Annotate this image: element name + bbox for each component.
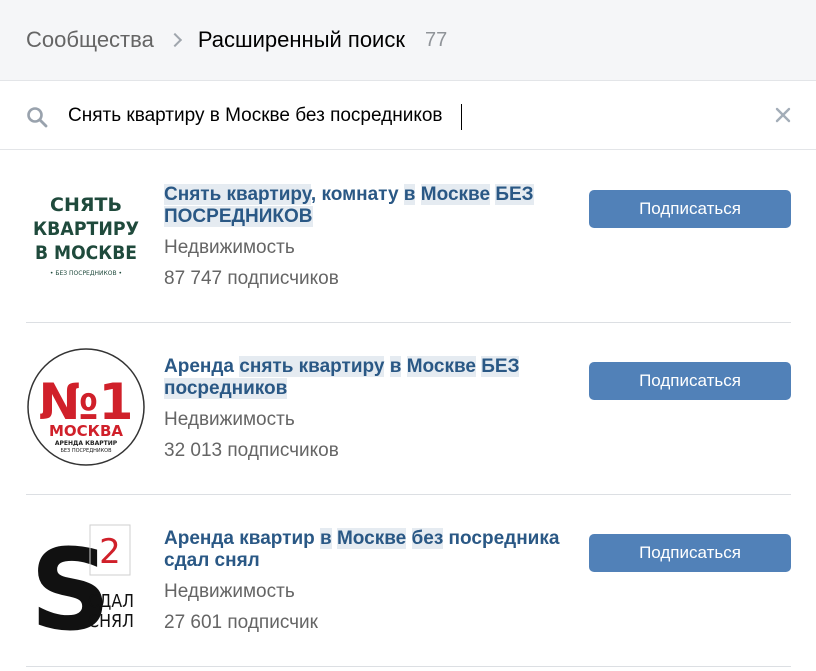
- breadcrumb: Сообщества Расширенный поиск 77: [0, 0, 816, 81]
- logo-line-3: В МОСКВЕ: [35, 242, 137, 264]
- title-highlight: Москве: [420, 184, 491, 205]
- subscribe-button[interactable]: Подписаться: [589, 534, 791, 572]
- subscriber-count: 87 747 подписчиков: [164, 268, 339, 289]
- list-item: СНЯТЬ КВАРТИРУ В МОСКВЕ • БЕЗ ПОСРЕДНИКО…: [26, 151, 791, 323]
- group-title-link[interactable]: Аренда квартир в Москве без посредника с…: [164, 528, 564, 572]
- title-highlight: без: [411, 528, 444, 549]
- logo-city: МОСКВА: [49, 422, 123, 440]
- breadcrumb-communities-link[interactable]: Сообщества: [26, 27, 154, 53]
- logo-tagline: • БЕЗ ПОСРЕДНИКОВ •: [50, 270, 122, 277]
- logo-line-2: КВАРТИРУ: [33, 218, 139, 240]
- logo-word-1: СДАЛ: [88, 591, 134, 612]
- title-highlight: в: [403, 184, 416, 205]
- title-highlight: снять квартиру: [239, 356, 385, 377]
- logo-line-1: СНЯТЬ: [50, 194, 122, 216]
- group-avatar[interactable]: S 2 СДАЛ СНЯЛ: [26, 519, 146, 639]
- title-highlight: в: [320, 528, 332, 549]
- chevron-right-icon: [167, 32, 182, 48]
- title-highlight: Снять квартиру: [164, 184, 311, 205]
- subscribe-button[interactable]: Подписаться: [589, 362, 791, 400]
- search-input[interactable]: [68, 100, 748, 132]
- page-title: Расширенный поиск: [197, 27, 405, 52]
- title-text: [415, 184, 420, 205]
- subscribe-button[interactable]: Подписаться: [589, 190, 791, 228]
- title-text: Аренда: [164, 356, 240, 377]
- group-category: Недвижимость: [164, 237, 295, 258]
- list-item: S 2 СДАЛ СНЯЛ Аренда квартир в Москве бе…: [26, 495, 791, 667]
- group-title-link[interactable]: Аренда снять квартиру в Москве БЕЗ посре…: [164, 356, 564, 400]
- subscriber-count: 27 601 подписчик: [164, 612, 318, 633]
- close-icon[interactable]: [773, 105, 793, 125]
- title-highlight: Москве: [336, 528, 407, 549]
- group-avatar[interactable]: №1 МОСКВА АРЕНДА КВАРТИР БЕЗ ПОСРЕДНИКОВ: [26, 347, 146, 467]
- title-highlight: в: [389, 356, 402, 377]
- title-text: Аренда квартир: [164, 528, 321, 549]
- text-cursor: [461, 104, 462, 130]
- group-title-link[interactable]: Снять квартиру, комнату в Москве БЕЗ ПОС…: [164, 184, 564, 228]
- group-category: Недвижимость: [164, 409, 295, 430]
- divider: [26, 666, 791, 667]
- group-category: Недвижимость: [164, 581, 295, 602]
- logo-small-1: АРЕНДА КВАРТИР: [55, 440, 118, 447]
- logo-number: 2: [99, 532, 121, 572]
- title-text: [401, 356, 406, 377]
- title-text: , комнату: [310, 184, 404, 205]
- title-text: [384, 356, 389, 377]
- search-icon: [27, 107, 48, 128]
- search-bar: [0, 82, 816, 150]
- list-item: №1 МОСКВА АРЕНДА КВАРТИР БЕЗ ПОСРЕДНИКОВ…: [26, 323, 791, 495]
- subscriber-count: 32 013 подписчиков: [164, 440, 339, 461]
- title-text: [406, 528, 411, 549]
- logo-small-2: БЕЗ ПОСРЕДНИКОВ: [60, 448, 112, 454]
- logo-word-2: СНЯЛ: [88, 611, 134, 632]
- title-highlight: Москве: [406, 356, 476, 377]
- group-avatar[interactable]: СНЯТЬ КВАРТИРУ В МОСКВЕ • БЕЗ ПОСРЕДНИКО…: [26, 177, 146, 297]
- results-count: 77: [424, 28, 448, 51]
